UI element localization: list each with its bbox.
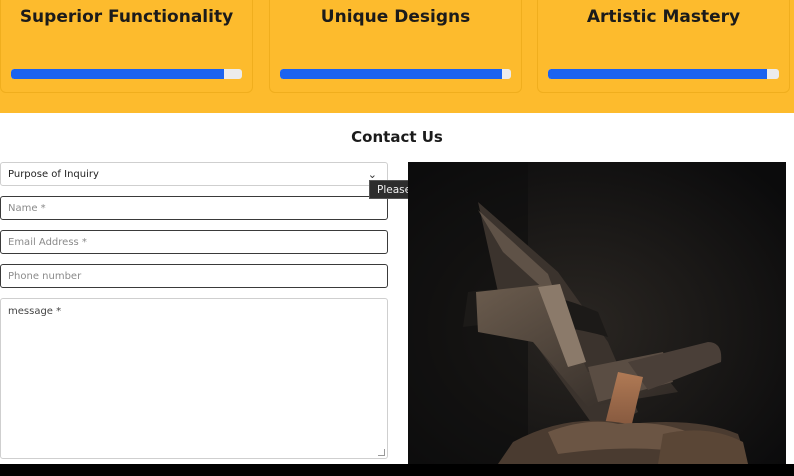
footer-band: [0, 464, 794, 476]
feature-card-title: Superior Functionality: [19, 7, 234, 27]
phone-field[interactable]: Phone number: [0, 264, 388, 288]
progress-bar: [548, 69, 779, 79]
message-placeholder: message *: [8, 306, 62, 317]
feature-card-title: Unique Designs: [320, 7, 471, 27]
progress-bar: [280, 69, 511, 79]
feature-card-unique-designs: Unique Designs: [269, 0, 522, 93]
blacksmith-tools-image: [408, 162, 786, 464]
progress-bar: [11, 69, 242, 79]
resize-handle[interactable]: [378, 449, 385, 456]
email-field[interactable]: Email Address *: [0, 230, 388, 254]
email-placeholder: Email Address *: [8, 236, 87, 248]
progress-bar-fill: [548, 69, 768, 79]
purpose-of-inquiry-select[interactable]: Purpose of Inquiry ⌄: [0, 162, 388, 186]
progress-bar-fill: [280, 69, 502, 79]
name-placeholder: Name *: [8, 202, 46, 214]
feature-card-superior-functionality: Superior Functionality: [0, 0, 253, 93]
contact-title: Contact Us: [351, 128, 443, 146]
progress-bar-fill: [11, 69, 224, 79]
feature-band: Superior Functionality Unique Designs Ar…: [0, 0, 794, 113]
message-field[interactable]: message *: [0, 298, 388, 459]
feature-card-title: Artistic Mastery: [586, 7, 741, 27]
name-field[interactable]: Name *: [0, 196, 388, 220]
select-value: Purpose of Inquiry: [8, 168, 99, 180]
feature-card-artistic-mastery: Artistic Mastery: [537, 0, 790, 93]
hammer-anvil-photo: [408, 162, 786, 464]
phone-placeholder: Phone number: [8, 270, 82, 282]
